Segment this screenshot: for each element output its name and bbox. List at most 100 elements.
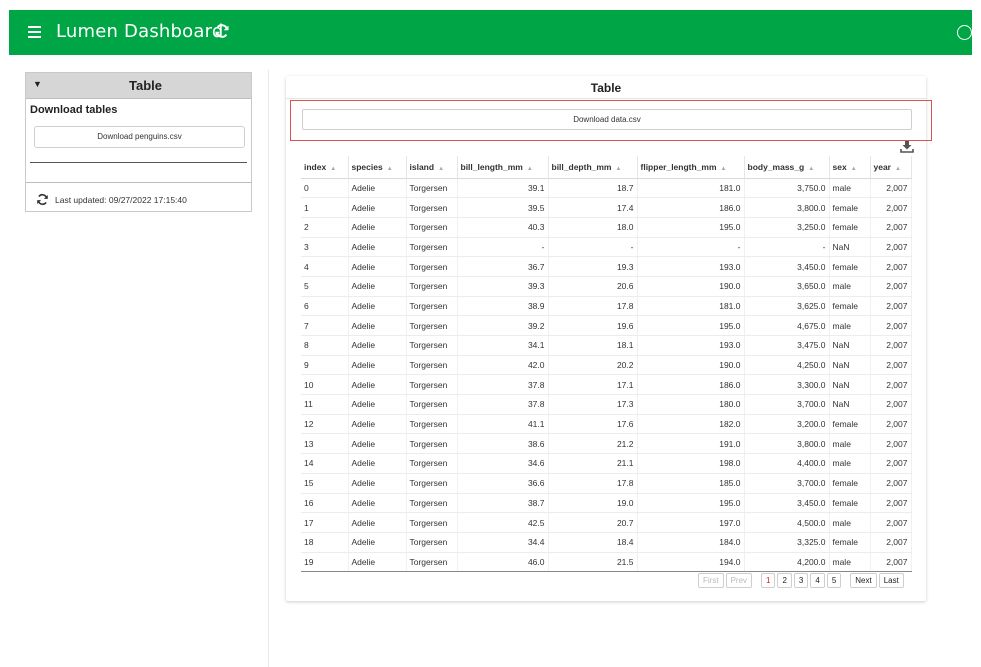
next-page-button[interactable]: Next [850,573,877,588]
column-header-year[interactable]: year ▲ [870,156,912,179]
table-cell: Torgersen [406,296,458,317]
table-cell: 190.0 [637,355,745,376]
page-button-3[interactable]: 3 [793,573,809,588]
last-page-button[interactable]: Last [878,573,904,588]
table-cell: female [829,197,871,218]
column-header-body-mass-g[interactable]: body_mass_g ▲ [744,156,830,179]
table-cell: 195.0 [637,315,745,336]
page-button-1[interactable]: 1 [761,573,776,588]
table-cell: Torgersen [406,433,458,455]
table-cell: 19.0 [548,493,638,514]
table-body: 0 Adelie Torgersen 39.1 18.7 181.0 3,750.0 male… [301,178,912,573]
column-header-label: body_mass_g [747,161,805,172]
table-cell: 39.3 [457,276,549,297]
panel-title: Table [590,81,622,95]
column-header-bill-length-mm[interactable]: bill_length_mm ▲ [457,156,549,179]
table-row[interactable]: 5 Adelie Torgersen 39.3 20.6 190.0 3,650.0 male… [301,276,912,297]
refresh-icon[interactable] [36,193,49,206]
table-cell: 17.8 [548,296,638,317]
table-cell: Adelie [348,453,407,474]
table-row[interactable]: 7 Adelie Torgersen 39.2 19.6 195.0 4,675.0 male… [301,315,912,336]
sort-icon[interactable]: ▲ [851,166,857,172]
table-cell: 191.0 [637,433,745,455]
table-row[interactable]: 16 Adelie Torgersen 38.7 19.0 195.0 3,450.0 fem… [301,493,912,514]
column-header-index[interactable]: index ▲ [301,156,349,179]
table-cell: 2,007 [870,296,912,317]
table-cell: 19.3 [548,256,638,277]
table-row[interactable]: 15 Adelie Torgersen 36.6 17.8 185.0 3,700.0 fem… [301,473,912,494]
last-updated-text: Last updated: 09/27/2022 17:15:40 [55,194,187,205]
table-cell: 2,007 [870,433,912,455]
table-cell: 3,475.0 [744,335,830,356]
table-row[interactable]: 18 Adelie Torgersen 34.4 18.4 184.0 3,325.0 fem… [301,532,912,553]
table-cell: Torgersen [406,512,458,533]
table-cell: NaN [829,237,871,258]
table-row[interactable]: 6 Adelie Torgersen 38.9 17.8 181.0 3,625.0 fema… [301,296,912,317]
menu-icon[interactable] [28,26,41,38]
table-row[interactable]: 14 Adelie Torgersen 34.6 21.1 198.0 4,400.0 mal… [301,453,912,474]
table-cell: 186.0 [637,374,745,396]
table-row[interactable]: 0 Adelie Torgersen 39.1 18.7 181.0 3,750.0 male… [301,178,912,199]
table-cell: 2 [301,217,349,238]
table-cell: 21.1 [548,453,638,474]
table-cell: 38.7 [457,493,549,514]
table-cell: 2,007 [870,355,912,376]
table-cell: Adelie [348,433,407,455]
title-divider [286,98,926,99]
table-row[interactable]: 12 Adelie Torgersen 41.1 17.6 182.0 3,200.0 fem… [301,414,912,435]
sort-icon[interactable]: ▲ [808,166,814,172]
sort-icon[interactable]: ▲ [721,166,727,172]
sidebar-card-header[interactable]: ▼ Table [26,73,251,99]
table-row[interactable]: 3 Adelie Torgersen - - - - NaN 2,007 [301,237,912,258]
sort-icon[interactable]: ▲ [615,166,621,172]
table-row[interactable]: 11 Adelie Torgersen 37.8 17.3 180.0 3,700.0 NaN… [301,394,912,415]
download-penguins-button[interactable]: Download penguins.csv [34,126,245,148]
table-row[interactable]: 2 Adelie Torgersen 40.3 18.0 195.0 3,250.0 fema… [301,217,912,238]
table-cell: 2,007 [870,178,912,199]
column-header-flipper-length-mm[interactable]: flipper_length_mm ▲ [637,156,745,179]
table-row[interactable]: 19 Adelie Torgersen 46.0 21.5 194.0 4,200.0 mal… [301,552,912,573]
sort-icon[interactable]: ▲ [387,166,393,172]
table-row[interactable]: 4 Adelie Torgersen 36.7 19.3 193.0 3,450.0 fema… [301,256,912,277]
table-row[interactable]: 1 Adelie Torgersen 39.5 17.4 186.0 3,800.0 fema… [301,197,912,218]
table-cell: 1 [301,197,349,218]
app-header: Lumen Dashboard [9,10,972,55]
table-cell: 20.7 [548,512,638,533]
table-cell: 4,675.0 [744,315,830,336]
table-cell: 180.0 [637,394,745,415]
refresh-icon[interactable] [214,23,230,39]
table-row[interactable]: 13 Adelie Torgersen 38.6 21.2 191.0 3,800.0 mal… [301,433,912,455]
first-page-button[interactable]: First [698,573,724,588]
table-cell: 38.6 [457,433,549,455]
column-header-bill-depth-mm[interactable]: bill_depth_mm ▲ [548,156,638,179]
sort-icon[interactable]: ▲ [527,166,533,172]
column-header-island[interactable]: island ▲ [406,156,458,179]
page-button-2[interactable]: 2 [777,573,792,588]
prev-page-button[interactable]: Prev [725,573,753,588]
sort-icon[interactable]: ▲ [438,166,444,172]
sort-icon[interactable]: ▲ [330,166,336,172]
table-cell: 17 [301,512,349,533]
column-header-sex[interactable]: sex ▲ [829,156,871,179]
table-cell: male [829,552,871,573]
table-cell: 4,500.0 [744,512,830,533]
table-cell: 4,400.0 [744,453,830,474]
page-button-5[interactable]: 5 [826,573,842,588]
table-row[interactable]: 8 Adelie Torgersen 34.1 18.1 193.0 3,475.0 NaN 2… [301,335,912,356]
table-cell: NaN [829,335,871,356]
table-cell: - [637,237,745,258]
table-row[interactable]: 9 Adelie Torgersen 42.0 20.2 190.0 4,250.0 NaN 2… [301,355,912,376]
table-row[interactable]: 10 Adelie Torgersen 37.8 17.1 186.0 3,300.0 NaN… [301,374,912,396]
table-header-row: index ▲ species ▲ island ▲ bill_length_mm ▲ bill… [301,156,912,179]
table-cell: male [829,178,871,199]
table-cell: 3,700.0 [744,394,830,415]
download-icon[interactable] [900,139,914,153]
table-cell: female [829,532,871,553]
table-row[interactable]: 17 Adelie Torgersen 42.5 20.7 197.0 4,500.0 mal… [301,512,912,533]
table-cell: 42.0 [457,355,549,376]
page-button-4[interactable]: 4 [810,573,825,588]
column-header-species[interactable]: species ▲ [348,156,407,179]
sort-icon[interactable]: ▲ [895,166,901,172]
table-cell: 197.0 [637,512,745,533]
table-cell: 3,300.0 [744,374,830,396]
